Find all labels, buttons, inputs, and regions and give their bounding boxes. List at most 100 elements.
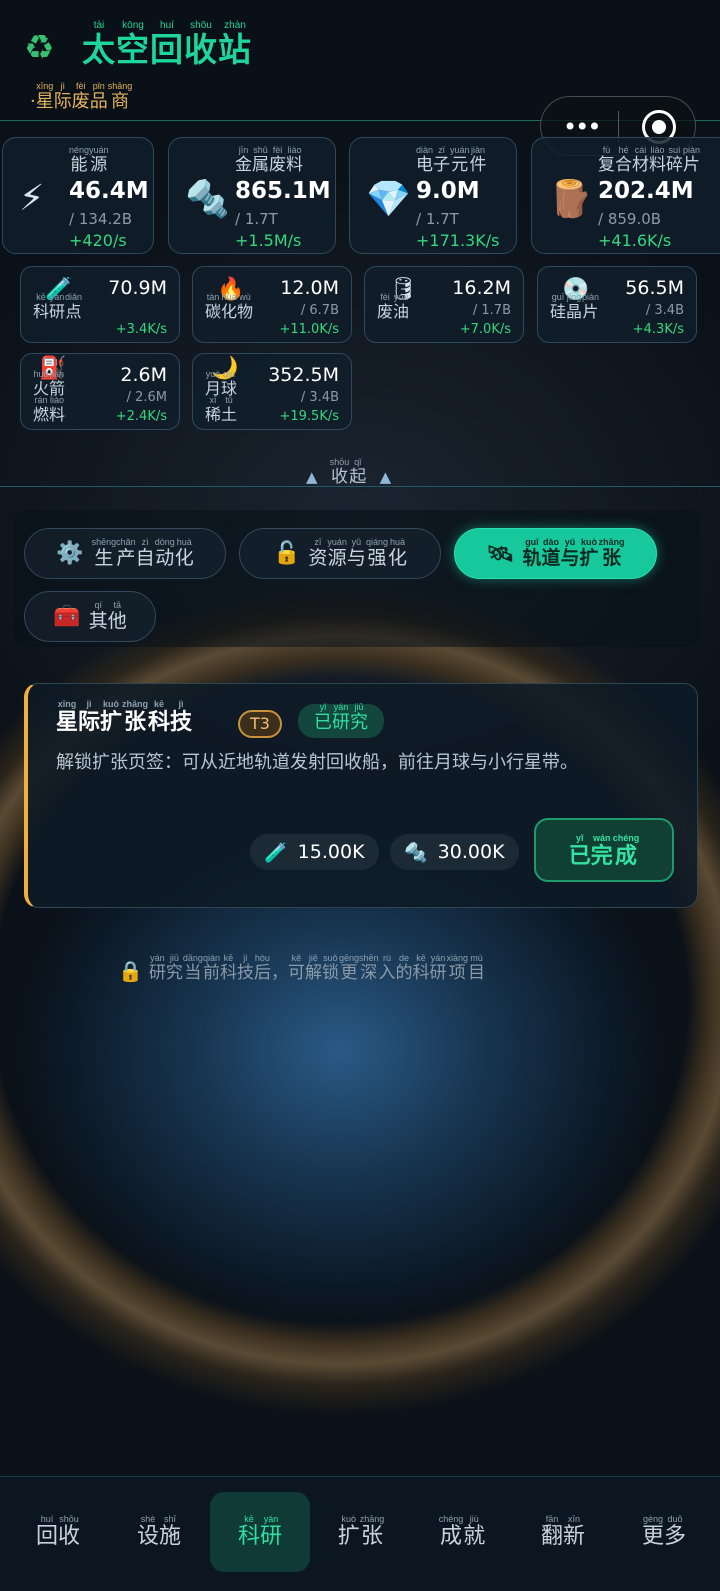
resource-rate: +420/s [69,231,127,250]
resource-capacity: / 1.7T [416,210,459,228]
resource-card-small: ⛽ 火huǒ箭jiàn 燃rán料liào 2.6M / 2.6M +2.4K/s [20,353,180,430]
nav-label: 翻fān新xīn [540,1513,586,1549]
section-divider [0,486,720,487]
resource-rate: +3.4K/s [115,322,167,337]
resource-label: 月yuè球qiú 稀xī土tǔ [205,369,238,424]
resource-label: 金jīn属shǔ废fèi料liào [235,145,303,175]
wood-log-icon: 🪵 [548,179,593,220]
cost-chip: 🧪 15.00K [250,834,379,870]
resource-card-small: 🔥 碳tàn化huà物wù 12.0M / 6.7B +11.0K/s [192,266,352,343]
collapse-label: 收shōu起qǐ [329,457,367,487]
resource-rate: +171.3K/s [416,231,500,250]
resource-rate: +11.0K/s [279,322,339,337]
resource-rate: +41.6K/s [598,231,672,250]
collapse-button[interactable]: ▲ 收shōu起qǐ ▲ [306,457,392,487]
resource-label: 电diàn子zǐ元yuán件jiàn [416,145,487,175]
resource-card: 💎 电diàn子zǐ元yuán件jiàn 9.0M / 1.7T +171.3K… [349,137,517,254]
tab-label: 生shēng产chǎn自zì动dòng化huà [91,536,194,569]
subtitle-text: 星xīng际jì废fèi品pǐn商shāng [35,81,133,112]
resource-capacity: / 6.7B [300,303,339,318]
resource-amount: 70.9M [108,277,167,299]
resource-label: 火huǒ箭jiàn 燃rán料liào [33,369,66,424]
resource-amount: 56.5M [625,277,684,299]
resource-amount: 46.4M [69,178,149,204]
tech-card: 星xīng际jì扩kuò张zhāng科kē技jì T3 已yǐ 研yán 究jiū … [24,683,698,908]
nav-label: 扩kuò张zhāng [337,1513,385,1549]
resource-card-small: 💿 硅guī晶jīng片piàn 56.5M / 3.4B +4.3K/s [537,266,697,343]
nav-achievements[interactable]: 成chéng就jiù [412,1492,512,1572]
resource-label: 科kē研yán点diǎn [33,292,83,321]
resource-rate: +19.5K/s [279,409,339,424]
toolbox-icon: 🧰 [53,604,81,629]
unlock-hint: 🔒 研yán究jiū当dāng前qián科kē技jì后hòu，可kě解jiě锁su… [118,953,485,983]
researched-badge: 已yǐ 研yán 究jiū [298,702,384,738]
resource-capacity: / 3.4B [645,303,684,318]
triangle-up-icon: ▲ [306,468,318,486]
nav-expansion[interactable]: 扩kuò张zhāng [311,1492,411,1572]
gem-icon: 💎 [366,179,411,220]
resource-card: 🪵 复fù合hé材cái料liào碎suì片piàn 202.4M / 859.… [531,137,720,254]
resource-label: 硅guī晶jīng片piàn [550,292,600,321]
nav-recycle[interactable]: 回huí收shōu [8,1492,108,1572]
triangle-up-icon: ▲ [379,468,392,486]
nav-facilities[interactable]: 设shè施shī [109,1492,209,1572]
cost-amount: 30.00K [437,841,505,863]
tab-label: 轨guǐ道dào与yǔ扩kuò张zhāng [522,536,625,569]
cost-chip: 🔩 30.00K [390,834,519,870]
completed-button[interactable]: 已yǐ 完wán 成chéng [534,818,674,882]
bolt-icon: 🔩 [185,179,230,220]
tab-resources-enhancement[interactable]: 🔓 资zī源yuán与yǔ强qiáng化huà [239,528,441,579]
gear-icon: ⚙️ [56,541,84,566]
resource-amount: 352.5M [268,364,339,386]
resource-amount: 12.0M [280,277,339,299]
tab-production-automation[interactable]: ⚙️ 生shēng产chǎn自zì动dòng化huà [24,528,226,579]
resource-amount: 16.2M [452,277,511,299]
resource-card: ⚡ 能néng源yuán 46.4M / 134.2B +420/s [2,137,154,254]
nav-more[interactable]: 更gèng多duō [614,1492,714,1572]
nav-research[interactable]: 科kē研yán [210,1492,310,1572]
resource-capacity: / 1.7B [472,303,511,318]
resource-label: 能néng源yuán [69,145,109,175]
tab-label: 其qí他tā [88,599,127,632]
bolt-icon: 🔩 [404,841,428,864]
resource-capacity: / 1.7T [235,210,278,228]
resource-rate: +4.3K/s [632,322,684,337]
resource-capacity: / 859.0B [598,210,662,228]
resource-amount: 202.4M [598,178,694,204]
tab-label: 资zī源yuán与yǔ强qiáng化huà [308,536,407,569]
resource-rate: +7.0K/s [459,322,511,337]
tab-orbit-expansion[interactable]: 🛰 轨guǐ道dào与yǔ扩kuò张zhāng [454,528,657,579]
lock-icon: 🔒 [118,959,143,983]
resource-label: 复fù合hé材cái料liào碎suì片piàn [598,145,701,175]
recycle-icon: ♻ [24,28,55,68]
resource-card-small: 🛢 废fèi油yóu 16.2M / 1.7B +7.0K/s [364,266,524,343]
resource-card: 🔩 金jīn属shǔ废fèi料liào 865.1M / 1.7T +1.5M/… [168,137,336,254]
app-title: 太tài空kōng回huí收shōu站zhàn [82,20,252,69]
nav-refurbish[interactable]: 翻fān新xīn [513,1492,613,1572]
lightning-icon: ⚡ [19,178,45,219]
tab-other[interactable]: 🧰 其qí他tā [24,591,156,642]
nav-label: 更gèng多duō [641,1513,687,1549]
unlock-icon: 🔓 [272,541,301,566]
resource-capacity: / 134.2B [69,210,133,228]
tech-name: 星xīng际jì扩kuò张zhāng科kē技jì [56,699,193,735]
cost-amount: 15.00K [297,841,365,863]
resource-capacity: / 2.6M [126,390,167,405]
test-tube-icon: 🧪 [264,841,288,864]
resource-amount: 2.6M [120,364,167,386]
resource-card-small: 🌙 月yuè球qiú 稀xī土tǔ 352.5M / 3.4B +19.5K/s [192,353,352,430]
nav-label: 设shè施shī [136,1513,182,1549]
nav-label: 成chéng就jiù [438,1513,486,1549]
resource-amount: 865.1M [235,178,331,204]
hint-text: 研yán究jiū当dāng前qián科kē技jì后hòu，可kě解jiě锁suǒ… [148,953,485,983]
app-subtitle: ·星xīng际jì废fèi品pǐn商shāng [30,81,133,113]
tier-badge: T3 [238,710,282,738]
resource-rate: +1.5M/s [235,231,302,250]
tech-description: 解锁扩张页签：可从近地轨道发射回收船，前往月球与小行星带。 [56,752,578,773]
satellite-icon: 🛰 [486,540,515,567]
resource-rate: +2.4K/s [115,409,167,424]
resource-label: 废fèi油yóu [377,292,410,321]
nav-label: 科kē研yán [237,1513,283,1549]
resource-card-small: 🧪 科kē研yán点diǎn 70.9M +3.4K/s [20,266,180,343]
resource-label: 碳tàn化huà物wù [205,292,254,321]
